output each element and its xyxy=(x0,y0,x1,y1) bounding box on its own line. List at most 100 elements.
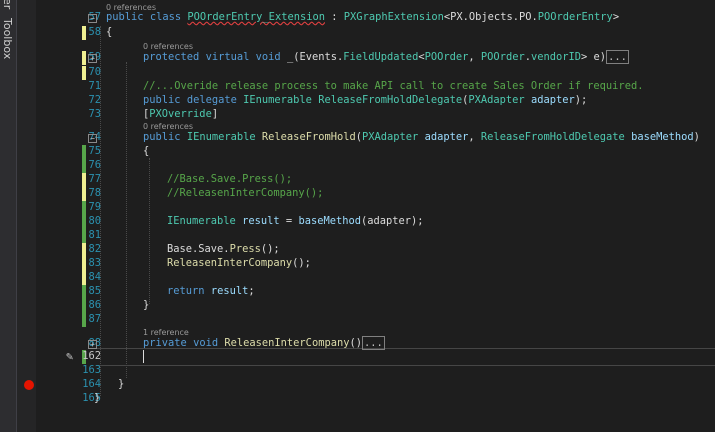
fold-collapse-icon[interactable]: − xyxy=(88,134,97,143)
fold-expand-icon[interactable]: + xyxy=(88,54,97,63)
line-number: 78 xyxy=(88,187,101,199)
token: PXAdapter xyxy=(362,131,419,143)
token: (); xyxy=(260,243,280,255)
token: PXAdapter xyxy=(468,94,525,106)
collapsed-region-ellipsis[interactable]: ... xyxy=(606,50,629,64)
current-line-highlight xyxy=(96,348,715,366)
line-number: 87 xyxy=(88,313,101,325)
class-name: POOrderEntry_Extension xyxy=(187,11,325,23)
indent-guide xyxy=(126,62,127,378)
line-number: 79 xyxy=(88,201,101,213)
token: class xyxy=(149,11,182,23)
token: delegate xyxy=(186,94,237,106)
breakpoint-icon[interactable] xyxy=(24,380,34,390)
token: (); xyxy=(292,257,311,269)
token: return xyxy=(167,285,205,297)
token: public xyxy=(106,11,144,23)
token: result xyxy=(210,285,249,297)
token: void xyxy=(193,337,219,349)
token: () xyxy=(349,337,362,349)
left-tool-strip: er Toolbox xyxy=(0,0,17,432)
line-number: 72 xyxy=(88,94,101,106)
line-number: 82 xyxy=(88,243,101,255)
token: ); xyxy=(574,94,588,106)
token: result xyxy=(242,215,280,227)
line-number: 163 xyxy=(82,364,101,376)
token: Press xyxy=(229,243,261,255)
token: , xyxy=(468,51,475,63)
server-explorer-tab[interactable]: er xyxy=(1,0,14,9)
code-editor[interactable]: 0 references 0 references 0 references 1… xyxy=(24,0,715,432)
token: } xyxy=(143,299,150,311)
token: POOrderEntry xyxy=(537,11,613,23)
quick-actions-brush-icon[interactable]: ✎ xyxy=(66,349,73,363)
token: { xyxy=(106,26,113,38)
token: } xyxy=(94,392,101,404)
indent-guide xyxy=(149,158,150,304)
token: , xyxy=(468,131,475,143)
token: IEnumerable xyxy=(243,94,312,106)
token: ReleaseFromHold xyxy=(261,131,356,143)
line-number: 71 xyxy=(88,80,101,92)
fold-expand-icon[interactable]: + xyxy=(88,340,97,349)
line-number: 84 xyxy=(88,271,101,283)
token: public xyxy=(143,131,181,143)
line-number: 70 xyxy=(88,66,101,78)
token: virtual xyxy=(205,51,250,63)
token: ) xyxy=(693,131,700,143)
comment: //...Overide release process to make API… xyxy=(143,80,644,92)
comment: //Base.Save.Press(); xyxy=(167,173,293,185)
line-number: 58 xyxy=(88,26,101,38)
line-number: 85 xyxy=(88,285,101,297)
codelens-references[interactable]: 0 references xyxy=(143,42,193,51)
token: ReleaseFromHoldDelegate xyxy=(480,131,625,143)
line-number: 77 xyxy=(88,173,101,185)
token: IEnumerable xyxy=(186,131,256,143)
line-number: 75 xyxy=(88,145,101,157)
token: vendorID xyxy=(530,51,582,63)
token: Base.Save. xyxy=(167,243,230,255)
line-number: 73 xyxy=(88,108,101,120)
token: protected xyxy=(143,51,200,63)
token: void xyxy=(255,51,281,63)
token: > xyxy=(612,11,620,23)
collapsed-region-ellipsis[interactable]: ... xyxy=(362,336,385,350)
line-number: 76 xyxy=(88,159,101,171)
token: ] xyxy=(211,108,219,120)
line-number: 81 xyxy=(88,229,101,241)
line-number: 80 xyxy=(88,215,101,227)
token: ReleasenInterCompany xyxy=(167,257,293,269)
token: (adapter); xyxy=(361,215,424,227)
token: PXGraphExtension xyxy=(343,11,444,23)
codelens-references[interactable]: 1 reference xyxy=(143,328,189,337)
comment: //ReleasenInterCompany(); xyxy=(167,187,324,199)
token: POOrder xyxy=(480,51,525,63)
codelens-references[interactable]: 0 references xyxy=(143,122,193,131)
token: POOrder xyxy=(424,51,469,63)
token: PXOverride xyxy=(149,108,212,120)
fold-collapse-icon[interactable]: − xyxy=(88,14,97,23)
token: ReleaseFromHoldDelegate xyxy=(318,94,463,106)
token: baseMethod xyxy=(631,131,694,143)
token: : xyxy=(331,11,338,23)
token: FieldUpdated xyxy=(343,51,419,63)
token: public xyxy=(143,94,181,106)
token: ; xyxy=(248,285,255,297)
token: <PX.Objects.PO. xyxy=(443,11,538,23)
token: adapter xyxy=(530,94,575,106)
token: = xyxy=(285,215,293,227)
token: IEnumerable xyxy=(167,215,236,227)
token: ReleasenInterCompany xyxy=(224,337,350,349)
line-number: 164 xyxy=(82,378,101,390)
token: } xyxy=(118,378,125,390)
text-caret xyxy=(143,350,144,363)
token: _(Events. xyxy=(286,51,344,63)
token: adapter xyxy=(424,131,469,143)
token: private xyxy=(143,337,187,349)
line-number: 86 xyxy=(88,299,101,311)
token: baseMethod xyxy=(298,215,361,227)
token: > e) xyxy=(581,51,607,63)
toolbox-tab[interactable]: Toolbox xyxy=(1,18,14,59)
gutter-margin xyxy=(17,0,36,432)
line-number: 83 xyxy=(88,257,101,269)
